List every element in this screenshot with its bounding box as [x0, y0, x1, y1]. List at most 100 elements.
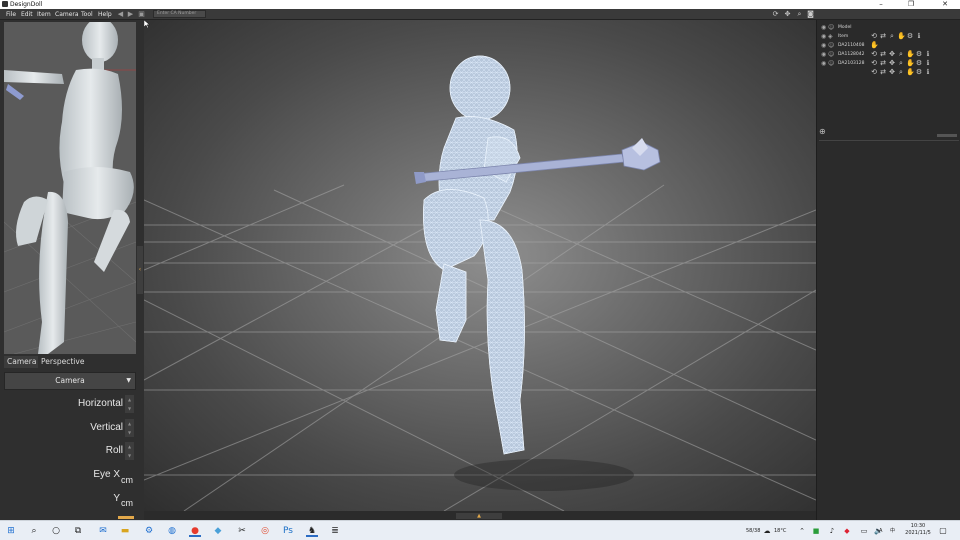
scene-row-item[interactable]: ◉ ◈ Item ✋ [819, 32, 959, 49]
camera-select-value: Camera [55, 376, 85, 385]
right-lower-panel [817, 142, 960, 520]
camera-select[interactable]: Camera ▼ [4, 372, 136, 390]
designdoll-taskbar-icon[interactable]: ♞ [306, 525, 318, 537]
menu-file[interactable]: File [6, 9, 16, 20]
vertical-spinner[interactable]: ▲ ▼ [125, 419, 134, 437]
scene-row-da2110408[interactable]: ◉ ☺ DA2110408 ⟲ ⇄ ✥ ⌕ ✋⚙ ℹ [819, 41, 959, 58]
app-tray-icon[interactable]: ■ [812, 525, 820, 537]
horizontal-label: Horizontal [77, 398, 123, 409]
close-button[interactable]: ✕ [930, 0, 960, 9]
windows-start-icon[interactable]: ⊞ [5, 525, 17, 537]
person-icon: ☺ [828, 51, 835, 58]
camera-preview[interactable] [4, 22, 136, 354]
menu-edit[interactable]: Edit [21, 9, 33, 20]
file-explorer-icon[interactable]: ▬ [119, 525, 131, 537]
scene-row-da1128042[interactable]: ◉ ☺ DA1128042 ⟲ ⇄ ✥ ⌕ ✋⚙ ℹ [819, 50, 959, 67]
horizontal-spinner[interactable]: ▲ ▼ [125, 395, 134, 413]
tray-app-icon[interactable]: ◆ [843, 525, 851, 537]
redo-icon[interactable]: ▶ [127, 11, 134, 18]
camera-tabs: Camera Perspective [4, 356, 136, 368]
paint-app-icon[interactable]: ● [189, 525, 201, 537]
person-icon: ☺ [828, 24, 835, 31]
left-panel: ‹ Camera Perspective Camera ▼ Horizontal… [0, 20, 144, 520]
3d-viewport[interactable] [144, 20, 816, 511]
chrome-icon[interactable]: ◎ [259, 525, 271, 537]
menu-camera[interactable]: Camera [55, 9, 79, 20]
flip-icon[interactable]: ⇄ [879, 68, 887, 76]
vertical-label: Vertical [90, 422, 123, 433]
menu-tool[interactable]: Tool [81, 9, 93, 20]
hand-icon[interactable]: ✋ [906, 68, 915, 76]
panel-scroll-indicator[interactable] [118, 516, 134, 519]
scene-row-actions: ⟲ ⇄ ✥ ⌕ ✋⚙ ℹ [870, 59, 933, 76]
menu-item[interactable]: Item [37, 9, 51, 20]
item-icon: ◈ [828, 33, 833, 40]
photoshop-icon[interactable]: Ps [282, 525, 294, 537]
notification-icon[interactable]: ▢ [938, 525, 948, 537]
scene-object-list: ◉ ☺ Model ⟲ ⇄ ⌕ ✋⚙ ℹ ◉ ◈ Item ✋ ◉ ☺ DA211040… [819, 22, 960, 132]
settings-icon[interactable]: ⚙ [915, 68, 923, 76]
scene-row-name: DA1128042 [838, 52, 865, 57]
tab-camera[interactable]: Camera [4, 356, 40, 368]
network-icon[interactable]: ▭ [860, 525, 868, 537]
scene-row-model[interactable]: ◉ ☺ Model ⟲ ⇄ ⌕ ✋⚙ ℹ [819, 23, 959, 40]
collapse-left-panel-tab[interactable]: ‹ [137, 246, 143, 294]
viewport-scene [144, 55, 816, 511]
scene-row-name: DA2110408 [838, 43, 865, 48]
scene-row-actions: ✋ [870, 32, 879, 49]
panel-resize-handle[interactable] [937, 134, 957, 137]
menu-bar: File Edit Item Camera Tool Help ◀ ▶ ▣ En… [0, 9, 960, 20]
add-object-icon[interactable]: ⊕ [819, 128, 827, 136]
chevron-up-icon[interactable]: ⌃ [798, 525, 806, 537]
maximize-button[interactable]: ❐ [896, 0, 926, 9]
scene-row-name: DA2103128 [838, 61, 865, 66]
pan-view-icon[interactable]: ✥ [784, 11, 791, 18]
undo-icon[interactable]: ◀ [117, 11, 124, 18]
scene-row-actions: ⟲ ⇄ ✥ ⌕ ✋⚙ ℹ [870, 50, 933, 67]
designdoll-app: DesignDoll – ❐ ✕ File Edit Item Camera T… [0, 0, 960, 540]
microphone-icon[interactable]: ♪ [828, 525, 836, 537]
save-icon[interactable]: ▣ [138, 11, 145, 18]
editor-app-icon[interactable]: ≣ [329, 525, 341, 537]
task-view-icon[interactable]: ⧉ [72, 525, 84, 537]
visibility-icon[interactable]: ◉ [821, 42, 828, 49]
browser-icon[interactable]: ◍ [166, 525, 178, 537]
scene-row-da2103128[interactable]: ◉ ☺ DA2103128 ⟲ ⇄ ✥ ⌕ ✋⚙ ℹ [819, 59, 959, 76]
tab-perspective[interactable]: Perspective [38, 356, 88, 368]
rotate-view-icon[interactable]: ⟳ [772, 11, 779, 18]
viewport-bottom-bar: ▲ [144, 511, 816, 520]
menu-help[interactable]: Help [98, 9, 112, 20]
roll-spinner[interactable]: ▲ ▼ [125, 442, 134, 460]
visibility-icon[interactable]: ◉ [821, 24, 828, 31]
rotate-icon[interactable]: ⟲ [870, 68, 878, 76]
move-icon[interactable]: ✥ [888, 68, 896, 76]
vertical-param: Vertical ▲ ▼ [4, 417, 136, 439]
notes-app-icon[interactable]: ◆ [212, 525, 224, 537]
windows-taskbar: ⊞ ⌕ ○ ⧉ ✉ ▬ ⚙ ◍ ● ◆ ✂ ◎ Ps ♞ ≣ 58/38 ☁ 1… [0, 520, 960, 540]
weather-icon[interactable]: ☁ [763, 525, 771, 537]
visibility-icon[interactable]: ◉ [821, 51, 828, 58]
capcut-icon[interactable]: ✂ [236, 525, 248, 537]
ime-mode-chinese[interactable]: 中 [890, 521, 895, 540]
search-icon[interactable]: ⌕ [28, 525, 40, 537]
person-icon: ☺ [828, 42, 835, 49]
zoom-icon[interactable]: ⌕ [897, 68, 905, 76]
settings-app-icon[interactable]: ⚙ [143, 525, 155, 537]
ca-number-search[interactable]: Enter CA Number [153, 10, 206, 18]
scene-row-name: Item [838, 34, 849, 39]
mail-icon[interactable]: ✉ [97, 525, 109, 537]
weather-temp[interactable]: 18°C [774, 521, 786, 540]
expand-bottom-panel-tab[interactable]: ▲ [456, 513, 502, 519]
minimize-button[interactable]: – [866, 0, 896, 9]
visibility-icon[interactable]: ◉ [821, 33, 828, 40]
system-clock[interactable]: 10:30 2021/11/5 [902, 523, 934, 537]
camera-snapshot-icon[interactable]: ◙ [807, 11, 814, 18]
eye-x-unit: cm [121, 475, 133, 485]
visibility-icon[interactable]: ◉ [821, 60, 828, 67]
cortana-icon[interactable]: ○ [50, 525, 62, 537]
scene-row-name: Model [838, 25, 852, 30]
eye-y-unit: cm [121, 498, 133, 508]
info-icon[interactable]: ℹ [924, 68, 932, 76]
zoom-view-icon[interactable]: ⌕ [796, 11, 803, 18]
ime-mode-a[interactable]: A [879, 521, 882, 540]
